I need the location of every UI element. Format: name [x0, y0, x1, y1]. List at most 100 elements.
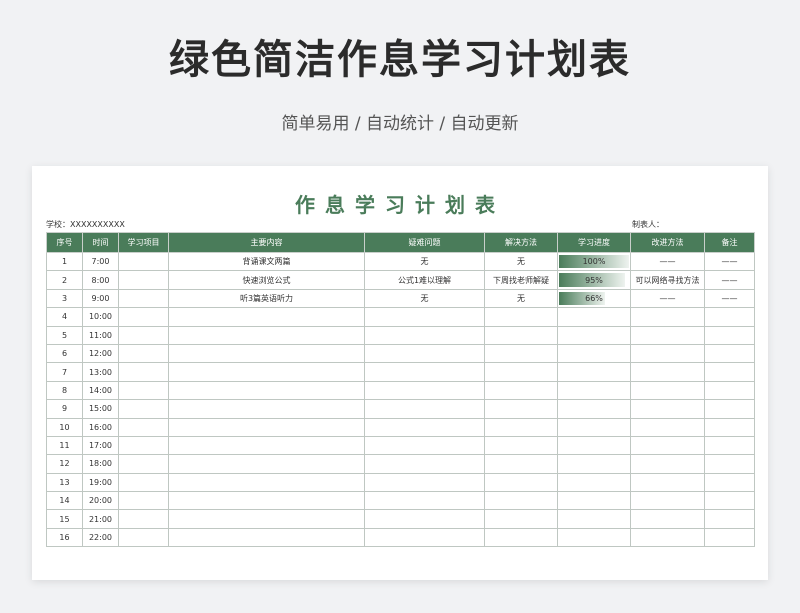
row-note-cell[interactable]: —— — [704, 270, 755, 290]
row-content-cell[interactable]: 快速浏览公式 — [168, 270, 365, 290]
row-progress-cell[interactable] — [557, 417, 631, 437]
row-note-cell[interactable] — [704, 417, 755, 437]
row-note-cell[interactable] — [704, 509, 755, 529]
row-improve-cell[interactable] — [630, 362, 705, 382]
row-content-cell[interactable]: 听3篇英语听力 — [168, 288, 365, 309]
row-problem-cell[interactable] — [364, 343, 485, 364]
row-content-cell[interactable] — [168, 343, 365, 364]
row-item-cell[interactable] — [118, 527, 169, 548]
row-time-cell[interactable]: 22:00 — [82, 527, 119, 548]
row-solution-cell[interactable]: 无 — [484, 288, 558, 309]
row-solution-cell[interactable] — [484, 454, 558, 474]
row-item-cell[interactable] — [118, 288, 169, 309]
row-problem-cell[interactable] — [364, 417, 485, 437]
row-progress-cell[interactable] — [557, 380, 631, 401]
row-solution-cell[interactable]: 下周找老师解疑 — [484, 270, 558, 290]
row-time-cell[interactable]: 12:00 — [82, 343, 119, 364]
row-solution-cell[interactable] — [484, 509, 558, 529]
row-problem-cell[interactable] — [364, 472, 485, 493]
row-improve-cell[interactable] — [630, 417, 705, 437]
row-improve-cell[interactable] — [630, 343, 705, 364]
row-item-cell[interactable] — [118, 380, 169, 401]
row-note-cell[interactable] — [704, 491, 755, 511]
row-no-cell[interactable]: 12 — [46, 454, 83, 474]
row-improve-cell[interactable] — [630, 325, 705, 345]
row-item-cell[interactable] — [118, 343, 169, 364]
row-no-cell[interactable]: 4 — [46, 307, 83, 327]
row-improve-cell[interactable] — [630, 491, 705, 511]
row-problem-cell[interactable] — [364, 380, 485, 401]
row-problem-cell[interactable] — [364, 399, 485, 419]
row-progress-cell[interactable] — [557, 362, 631, 382]
row-progress-cell[interactable] — [557, 399, 631, 419]
row-improve-cell[interactable]: —— — [630, 288, 705, 309]
row-note-cell[interactable] — [704, 343, 755, 364]
row-improve-cell[interactable]: 可以网络寻找方法 — [630, 270, 705, 290]
row-progress-cell[interactable] — [557, 325, 631, 345]
row-improve-cell[interactable] — [630, 380, 705, 401]
row-solution-cell[interactable] — [484, 307, 558, 327]
row-item-cell[interactable] — [118, 251, 169, 272]
row-note-cell[interactable] — [704, 362, 755, 382]
row-note-cell[interactable] — [704, 399, 755, 419]
row-progress-cell[interactable] — [557, 491, 631, 511]
row-solution-cell[interactable]: 无 — [484, 251, 558, 272]
row-problem-cell[interactable] — [364, 325, 485, 345]
row-no-cell[interactable]: 16 — [46, 527, 83, 548]
row-progress-cell[interactable]: 100% — [557, 251, 631, 272]
row-content-cell[interactable] — [168, 527, 365, 548]
row-content-cell[interactable] — [168, 399, 365, 419]
row-note-cell[interactable]: —— — [704, 251, 755, 272]
row-item-cell[interactable] — [118, 472, 169, 493]
row-content-cell[interactable] — [168, 509, 365, 529]
row-item-cell[interactable] — [118, 325, 169, 345]
row-item-cell[interactable] — [118, 417, 169, 437]
row-content-cell[interactable]: 背诵课文两篇 — [168, 251, 365, 272]
row-improve-cell[interactable] — [630, 509, 705, 529]
row-improve-cell[interactable] — [630, 472, 705, 493]
row-note-cell[interactable] — [704, 435, 755, 456]
row-note-cell[interactable] — [704, 454, 755, 474]
row-content-cell[interactable] — [168, 491, 365, 511]
row-problem-cell[interactable] — [364, 491, 485, 511]
row-solution-cell[interactable] — [484, 491, 558, 511]
row-time-cell[interactable]: 15:00 — [82, 399, 119, 419]
row-no-cell[interactable]: 2 — [46, 270, 83, 290]
row-note-cell[interactable] — [704, 527, 755, 548]
row-item-cell[interactable] — [118, 435, 169, 456]
row-content-cell[interactable] — [168, 435, 365, 456]
row-problem-cell[interactable]: 无 — [364, 288, 485, 309]
row-progress-cell[interactable] — [557, 454, 631, 474]
row-no-cell[interactable]: 8 — [46, 380, 83, 401]
row-progress-cell[interactable] — [557, 509, 631, 529]
row-problem-cell[interactable]: 无 — [364, 251, 485, 272]
row-time-cell[interactable]: 19:00 — [82, 472, 119, 493]
row-problem-cell[interactable] — [364, 435, 485, 456]
row-solution-cell[interactable] — [484, 380, 558, 401]
row-content-cell[interactable] — [168, 417, 365, 437]
row-problem-cell[interactable]: 公式1难以理解 — [364, 270, 485, 290]
row-note-cell[interactable]: —— — [704, 288, 755, 309]
row-solution-cell[interactable] — [484, 527, 558, 548]
row-time-cell[interactable]: 21:00 — [82, 509, 119, 529]
row-content-cell[interactable] — [168, 362, 365, 382]
row-time-cell[interactable]: 18:00 — [82, 454, 119, 474]
row-item-cell[interactable] — [118, 454, 169, 474]
row-time-cell[interactable]: 11:00 — [82, 325, 119, 345]
row-no-cell[interactable]: 1 — [46, 251, 83, 272]
row-progress-cell[interactable] — [557, 435, 631, 456]
row-solution-cell[interactable] — [484, 472, 558, 493]
row-content-cell[interactable] — [168, 380, 365, 401]
row-problem-cell[interactable] — [364, 527, 485, 548]
row-item-cell[interactable] — [118, 307, 169, 327]
row-problem-cell[interactable] — [364, 362, 485, 382]
row-improve-cell[interactable] — [630, 307, 705, 327]
row-time-cell[interactable]: 14:00 — [82, 380, 119, 401]
row-no-cell[interactable]: 10 — [46, 417, 83, 437]
row-no-cell[interactable]: 6 — [46, 343, 83, 364]
row-no-cell[interactable]: 13 — [46, 472, 83, 493]
row-no-cell[interactable]: 9 — [46, 399, 83, 419]
row-time-cell[interactable]: 20:00 — [82, 491, 119, 511]
row-progress-cell[interactable] — [557, 307, 631, 327]
row-time-cell[interactable]: 10:00 — [82, 307, 119, 327]
